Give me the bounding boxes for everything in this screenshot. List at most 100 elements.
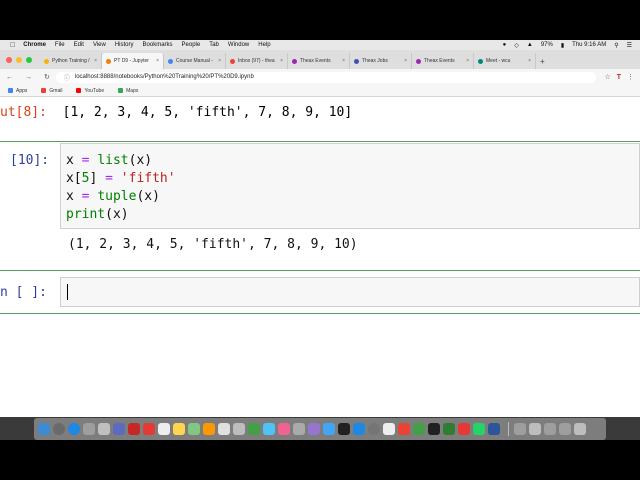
tab-close-icon[interactable]: × — [218, 58, 221, 64]
dock-app-icon[interactable] — [323, 423, 335, 435]
apple-icon[interactable]:  — [10, 42, 15, 49]
dock-app-icon[interactable] — [248, 423, 260, 435]
search-icon[interactable]: ⚲ — [614, 42, 618, 49]
menu-edit[interactable]: Edit — [74, 42, 84, 48]
tab-pt-d9-jupyter[interactable]: PT D9 - Jupyter × — [102, 53, 164, 69]
dock-app-icon[interactable] — [68, 423, 80, 435]
dock-app-icon[interactable] — [473, 423, 485, 435]
dock-app-icon[interactable] — [428, 423, 440, 435]
dock-app-icon[interactable] — [143, 423, 155, 435]
dock-app-icon[interactable] — [293, 423, 305, 435]
tab-theax-jobs[interactable]: Theax Jobs × — [350, 53, 412, 69]
tab-inbox[interactable]: Inbox (97) - thea × — [226, 53, 288, 69]
battery-icon[interactable]: ▮ — [561, 42, 564, 49]
code-editor[interactable]: x = list(x) x[5] = 'fifth' x = tuple(x) … — [60, 143, 640, 229]
tab-theax-events-2[interactable]: Theax Events × — [412, 53, 474, 69]
dock-app-icon[interactable] — [98, 423, 110, 435]
menu-app[interactable]: Chrome — [23, 42, 46, 48]
menu-file[interactable]: File — [55, 42, 65, 48]
dock-app-icon[interactable] — [368, 423, 380, 435]
reload-icon[interactable]: ↻ — [44, 73, 50, 81]
dock-app-icon[interactable] — [263, 423, 275, 435]
bluetooth-icon[interactable]: ◇ — [514, 42, 519, 49]
dock-app-icon[interactable] — [529, 423, 541, 435]
dock-app-icon[interactable] — [413, 423, 425, 435]
dock-app-icon[interactable] — [203, 423, 215, 435]
bookmark-star-icon[interactable]: ☆ — [604, 73, 610, 81]
forward-icon[interactable]: → — [25, 74, 32, 81]
zoom-window-icon[interactable] — [26, 56, 32, 63]
apps-grid-icon — [8, 88, 13, 93]
dock-app-icon[interactable] — [38, 423, 50, 435]
menu-people[interactable]: People — [182, 42, 201, 48]
dock-app-icon[interactable] — [353, 423, 365, 435]
code-cell-10[interactable]: [10]: x = list(x) x[5] = 'fifth' x = tup… — [0, 141, 640, 271]
dock-app-icon[interactable] — [559, 423, 571, 435]
info-icon[interactable]: ⓘ — [64, 73, 70, 82]
tab-python-training[interactable]: Python Training / × — [40, 53, 102, 69]
new-tab-icon[interactable]: + — [540, 57, 545, 66]
dock-app-icon[interactable] — [443, 423, 455, 435]
bookmark-youtube[interactable]: YouTube — [76, 88, 104, 94]
bookmark-maps[interactable]: Maps — [118, 88, 138, 94]
wifi-icon[interactable]: ▲ — [527, 42, 533, 48]
tab-close-icon[interactable]: × — [342, 58, 345, 64]
dock-app-icon[interactable] — [188, 423, 200, 435]
menubar-clock[interactable]: Thu 9:16 AM — [572, 42, 606, 48]
extension-icon[interactable]: T — [617, 74, 621, 81]
tab-close-icon[interactable]: × — [280, 58, 283, 64]
tab-label: Meet - wcu — [486, 58, 511, 64]
more-menu-icon[interactable]: ⋮ — [627, 73, 634, 81]
menu-bookmarks[interactable]: Bookmarks — [143, 42, 173, 48]
battery-percent[interactable]: 97% — [541, 42, 553, 48]
menu-list-icon[interactable]: ☰ — [627, 42, 632, 49]
dock-app-icon[interactable] — [544, 423, 556, 435]
tab-close-icon[interactable]: × — [528, 58, 531, 64]
dock-app-icon[interactable] — [278, 423, 290, 435]
dock-app-icon[interactable] — [113, 423, 125, 435]
minimize-window-icon[interactable] — [16, 56, 22, 63]
close-window-icon[interactable] — [6, 56, 12, 63]
dock-app-icon[interactable] — [398, 423, 410, 435]
code-token: x — [66, 153, 74, 168]
dock-app-icon[interactable] — [53, 423, 65, 435]
tab-close-icon[interactable]: × — [156, 58, 159, 64]
menu-help[interactable]: Help — [258, 42, 270, 48]
menu-view[interactable]: View — [93, 42, 106, 48]
back-icon[interactable]: ← — [6, 74, 13, 81]
record-icon[interactable]: ● — [503, 42, 507, 48]
screen:  Chrome File Edit View History Bookmark… — [0, 0, 640, 480]
dock-app-icon[interactable] — [383, 423, 395, 435]
code-token: x — [66, 189, 74, 204]
empty-code-cell[interactable]: n [ ]: — [0, 270, 640, 314]
dock-app-icon[interactable] — [158, 423, 170, 435]
dock-app-icon[interactable] — [514, 423, 526, 435]
code-editor-empty[interactable] — [60, 277, 640, 307]
dock-app-icon[interactable] — [218, 423, 230, 435]
tab-favicon-icon — [230, 58, 235, 64]
bookmark-gmail[interactable]: Gmail — [41, 88, 62, 94]
output-cell-8: ut[8]: [1, 2, 3, 4, 5, 'fifth', 7, 8, 9,… — [0, 105, 352, 120]
dock-app-icon[interactable] — [574, 423, 586, 435]
tab-close-icon[interactable]: × — [94, 58, 97, 64]
dock-app-icon[interactable] — [308, 423, 320, 435]
tab-meet[interactable]: Meet - wcu × — [474, 53, 536, 69]
dock-app-icon[interactable] — [173, 423, 185, 435]
bookmark-apps[interactable]: Apps — [8, 88, 27, 94]
tab-strip: Python Training / × PT D9 - Jupyter × Co… — [0, 50, 640, 69]
tab-course-manual[interactable]: Course Manual - × — [164, 53, 226, 69]
menu-tab[interactable]: Tab — [209, 42, 219, 48]
tab-close-icon[interactable]: × — [466, 58, 469, 64]
code-token: ] — [89, 171, 98, 186]
menu-window[interactable]: Window — [228, 42, 249, 48]
tab-theax-events[interactable]: Theax Events × — [288, 53, 350, 69]
tab-close-icon[interactable]: × — [404, 58, 407, 64]
address-bar[interactable]: ⓘ localhost:8888/notebooks/Python%20Trai… — [55, 71, 597, 83]
dock-app-icon[interactable] — [488, 423, 500, 435]
dock-app-icon[interactable] — [458, 423, 470, 435]
dock-app-icon[interactable] — [83, 423, 95, 435]
dock-app-icon[interactable] — [128, 423, 140, 435]
dock-app-icon[interactable] — [338, 423, 350, 435]
menu-history[interactable]: History — [115, 42, 134, 48]
dock-app-icon[interactable] — [233, 423, 245, 435]
